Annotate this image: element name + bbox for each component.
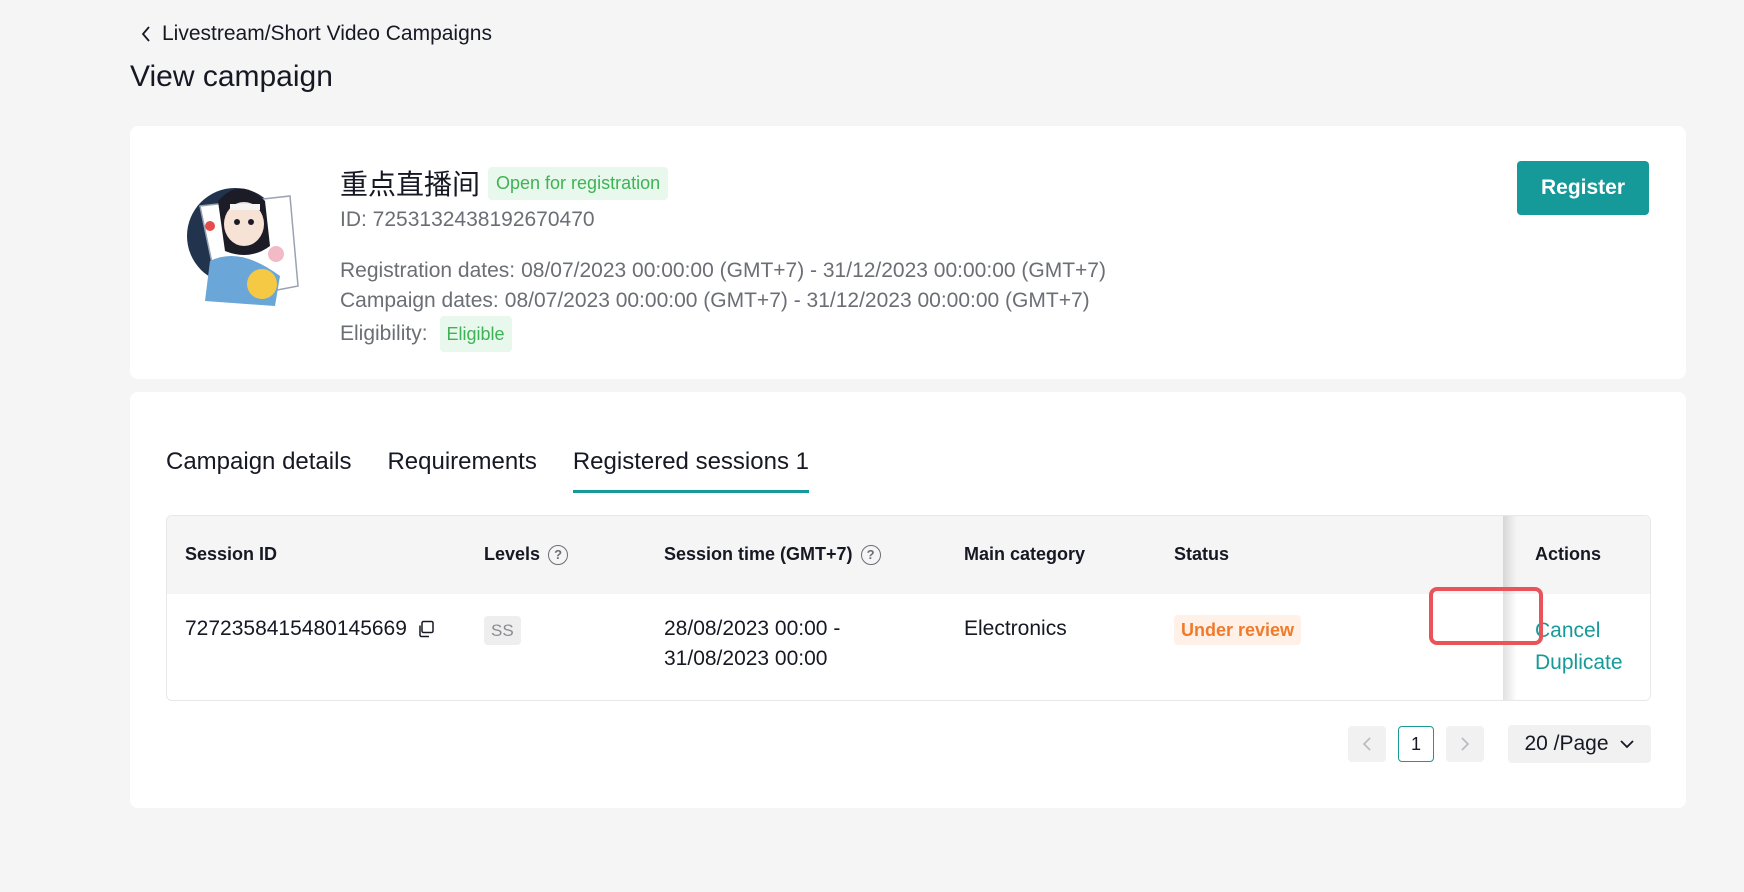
chevron-right-icon <box>1461 737 1470 751</box>
header-main-category-label: Main category <box>964 544 1086 564</box>
page-number-current[interactable]: 1 <box>1398 726 1434 762</box>
header-actions-label: Actions <box>1535 544 1602 564</box>
header-session-id: Session ID <box>185 544 277 565</box>
header-main-category: Main category <box>964 544 1085 565</box>
session-time-start: 28/08/2023 00:00 - <box>664 617 841 640</box>
header-status: Status <box>1174 544 1229 565</box>
sessions-card: Campaign details Requirements Registered… <box>130 392 1686 808</box>
level-badge: SS <box>484 616 521 645</box>
campaign-summary-card: 重点直播间 Open for registration ID: 72531324… <box>130 126 1686 379</box>
table-header <box>167 516 1650 594</box>
registration-status-badge: Open for registration <box>488 166 669 200</box>
header-session-id-label: Session ID <box>185 544 278 564</box>
sessions-table: Session ID Levels ? Session time (GMT+7)… <box>166 515 1651 701</box>
register-button[interactable]: Register <box>1517 161 1649 215</box>
chevron-left-icon <box>1362 737 1371 751</box>
breadcrumb[interactable]: Livestream/Short Video Campaigns <box>140 22 492 46</box>
header-status-label: Status <box>1174 544 1230 564</box>
page-size-value: 20 /Page <box>1524 732 1609 755</box>
copy-icon[interactable] <box>417 620 435 638</box>
status-badge: Under review <box>1174 615 1302 645</box>
registration-dates-value: 08/07/2023 00:00:00 (GMT+7) - 31/12/2023… <box>521 259 1106 282</box>
session-time-end: 31/08/2023 00:00 <box>664 647 828 670</box>
registration-dates-label: Registration dates: <box>340 259 516 282</box>
campaign-id: ID: 7253132438192670470 <box>340 208 595 231</box>
header-session-time: Session time (GMT+7) ? <box>664 544 881 565</box>
actions-column: Actions Cancel Duplicate <box>1517 516 1650 700</box>
tab-campaign-details[interactable]: Campaign details <box>166 448 351 493</box>
pagination: 1 20 /Page <box>1348 725 1651 763</box>
campaign-dates-value: 08/07/2023 00:00:00 (GMT+7) - 31/12/2023… <box>504 289 1090 312</box>
sticky-column-shadow <box>1503 516 1517 700</box>
page-size-select[interactable]: 20 /Page <box>1508 725 1651 763</box>
header-actions: Actions <box>1535 544 1601 565</box>
tab-registered-sessions[interactable]: Registered sessions 1 <box>572 448 809 493</box>
help-icon[interactable]: ? <box>548 544 569 565</box>
header-session-time-label: Session time (GMT+7) <box>664 544 853 564</box>
page-title: View campaign <box>130 60 333 93</box>
campaign-dates-label: Campaign dates: <box>340 289 499 312</box>
breadcrumb-label: Livestream/Short Video Campaigns <box>162 22 492 45</box>
eligibility-label: Eligibility: <box>340 322 428 345</box>
campaign-cover-image <box>187 188 299 306</box>
header-levels-label: Levels <box>484 544 541 564</box>
next-page-button[interactable] <box>1446 726 1484 762</box>
chevron-left-icon <box>141 26 150 42</box>
cell-session-id: 7272358415480145669 <box>185 614 435 644</box>
campaign-info: 重点直播间 Open for registration ID: 72531324… <box>340 164 1106 352</box>
cell-status: Under review <box>1174 615 1302 645</box>
prev-page-button[interactable] <box>1348 726 1386 762</box>
cell-level: SS <box>484 615 521 646</box>
cancel-button[interactable]: Cancel <box>1535 619 1600 643</box>
cell-main-category: Electronics <box>964 617 1067 640</box>
tab-bar: Campaign details Requirements Registered… <box>166 448 809 493</box>
chevron-down-icon <box>1619 740 1634 749</box>
campaign-name: 重点直播间 <box>340 169 481 200</box>
help-icon[interactable]: ? <box>860 544 881 565</box>
header-levels: Levels ? <box>484 544 569 565</box>
eligibility-badge: Eligible <box>439 316 512 352</box>
cell-session-time: 28/08/2023 00:00 - 31/08/2023 00:00 <box>664 614 840 674</box>
duplicate-button[interactable]: Duplicate <box>1535 651 1623 675</box>
tab-requirements[interactable]: Requirements <box>387 448 536 493</box>
session-id-value: 7272358415480145669 <box>185 617 407 640</box>
page: Livestream/Short Video Campaigns View ca… <box>0 0 1744 892</box>
